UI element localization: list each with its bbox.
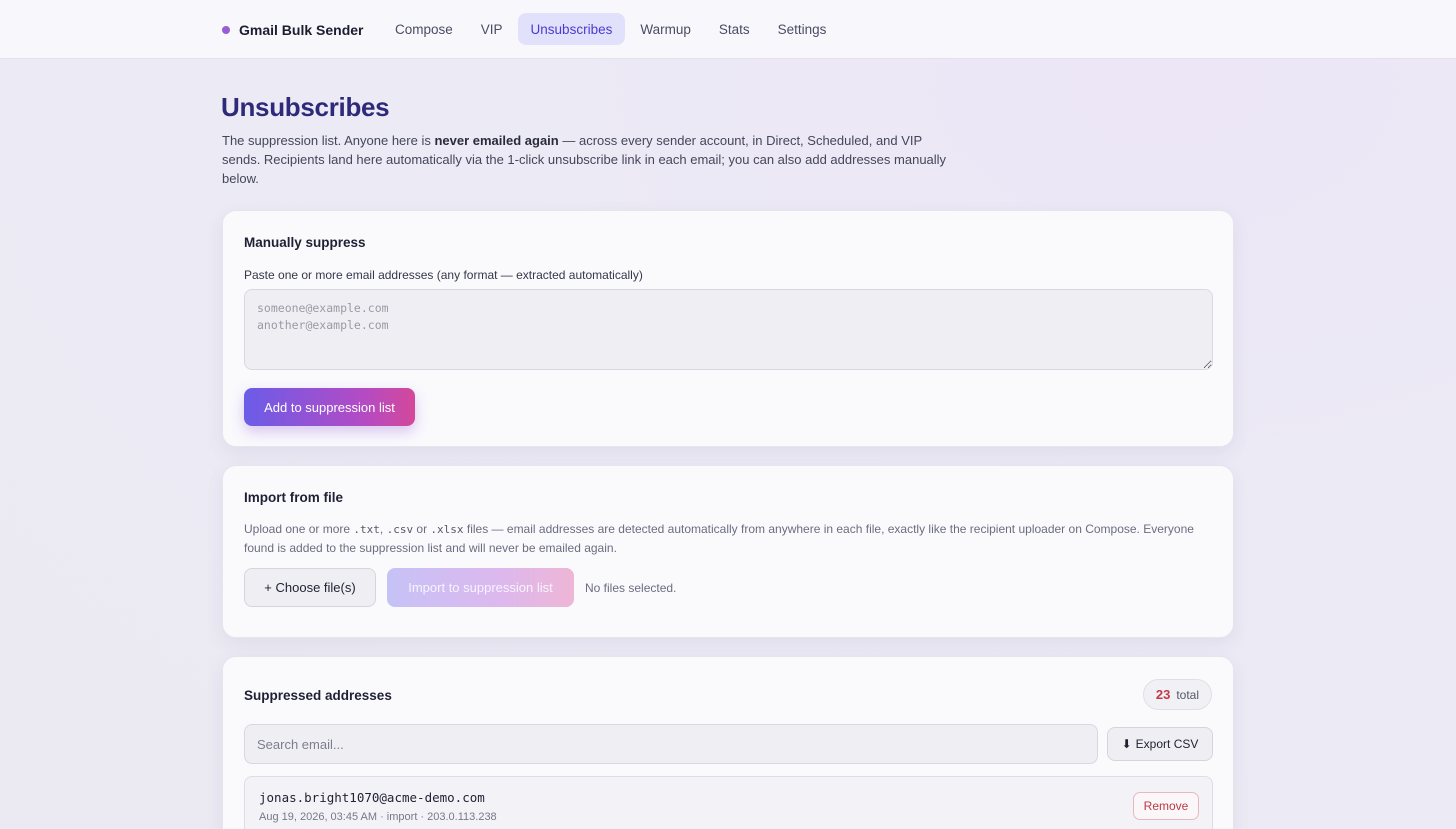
nav-stats[interactable]: Stats bbox=[706, 13, 763, 45]
page-description-prefix: The suppression list. Anyone here is bbox=[222, 133, 435, 148]
email-textarea-label: Paste one or more email addresses (any f… bbox=[244, 268, 643, 282]
export-csv-label: Export CSV bbox=[1135, 737, 1199, 751]
page-description: The suppression list. Anyone here is nev… bbox=[222, 131, 962, 188]
brand[interactable]: Gmail Bulk Sender bbox=[222, 0, 363, 59]
app-name: Gmail Bulk Sender bbox=[239, 21, 364, 38]
nav-settings[interactable]: Settings bbox=[765, 13, 840, 45]
ext-xlsx: .xlsx bbox=[430, 523, 464, 536]
suppressed-addresses-title: Suppressed addresses bbox=[244, 688, 392, 703]
remove-button[interactable]: Remove bbox=[1133, 792, 1199, 820]
import-desc-part: Upload one or more bbox=[244, 522, 354, 536]
total-count-badge: 23 total bbox=[1142, 679, 1212, 710]
ext-csv: .csv bbox=[386, 523, 414, 536]
page-description-emphasis: never emailed again bbox=[434, 133, 559, 148]
nav-unsubscribes[interactable]: Unsubscribes bbox=[517, 13, 626, 45]
files-selected-status: No files selected. bbox=[585, 581, 677, 595]
manual-suppress-title: Manually suppress bbox=[244, 235, 366, 250]
row-meta: Aug 19, 2026, 03:45 AM · import · 203.0.… bbox=[259, 811, 497, 823]
main-nav: Compose VIP Unsubscribes Warmup Stats Se… bbox=[382, 13, 839, 45]
download-icon: ⬇ bbox=[1121, 737, 1132, 751]
import-desc-part: , bbox=[379, 522, 387, 536]
add-to-suppression-button[interactable]: Add to suppression list bbox=[244, 388, 415, 426]
search-email-input[interactable] bbox=[244, 724, 1098, 764]
import-to-suppression-button[interactable]: Import to suppression list bbox=[387, 568, 574, 607]
suppressed-addresses-card: Suppressed addresses 23 total ⬇ Export C… bbox=[222, 656, 1234, 829]
choose-files-button[interactable]: + Choose file(s) bbox=[244, 568, 376, 607]
import-file-title: Import from file bbox=[244, 490, 344, 505]
page-title: Unsubscribes bbox=[221, 92, 390, 122]
import-description: Upload one or more .txt, .csv or .xlsx f… bbox=[244, 520, 1204, 557]
total-count-label: total bbox=[1176, 687, 1199, 702]
top-nav-bar: Gmail Bulk Sender Compose VIP Unsubscrib… bbox=[0, 0, 1456, 59]
import-file-card: Import from file Upload one or more .txt… bbox=[222, 465, 1234, 638]
nav-vip[interactable]: VIP bbox=[468, 13, 516, 45]
export-csv-button[interactable]: ⬇ Export CSV bbox=[1107, 727, 1213, 761]
brand-dot-icon bbox=[222, 25, 230, 34]
nav-warmup[interactable]: Warmup bbox=[627, 13, 704, 45]
manual-suppress-card: Manually suppress Paste one or more emai… bbox=[222, 210, 1234, 447]
row-email: jonas.bright1070@acme-demo.com bbox=[259, 790, 485, 805]
import-desc-part: or bbox=[413, 522, 431, 536]
email-addresses-textarea[interactable] bbox=[244, 289, 1213, 370]
nav-compose[interactable]: Compose bbox=[382, 13, 466, 45]
total-count-value: 23 bbox=[1155, 687, 1171, 702]
ext-txt: .txt bbox=[353, 523, 380, 536]
suppressed-address-row: jonas.bright1070@acme-demo.com Aug 19, 2… bbox=[244, 776, 1213, 829]
